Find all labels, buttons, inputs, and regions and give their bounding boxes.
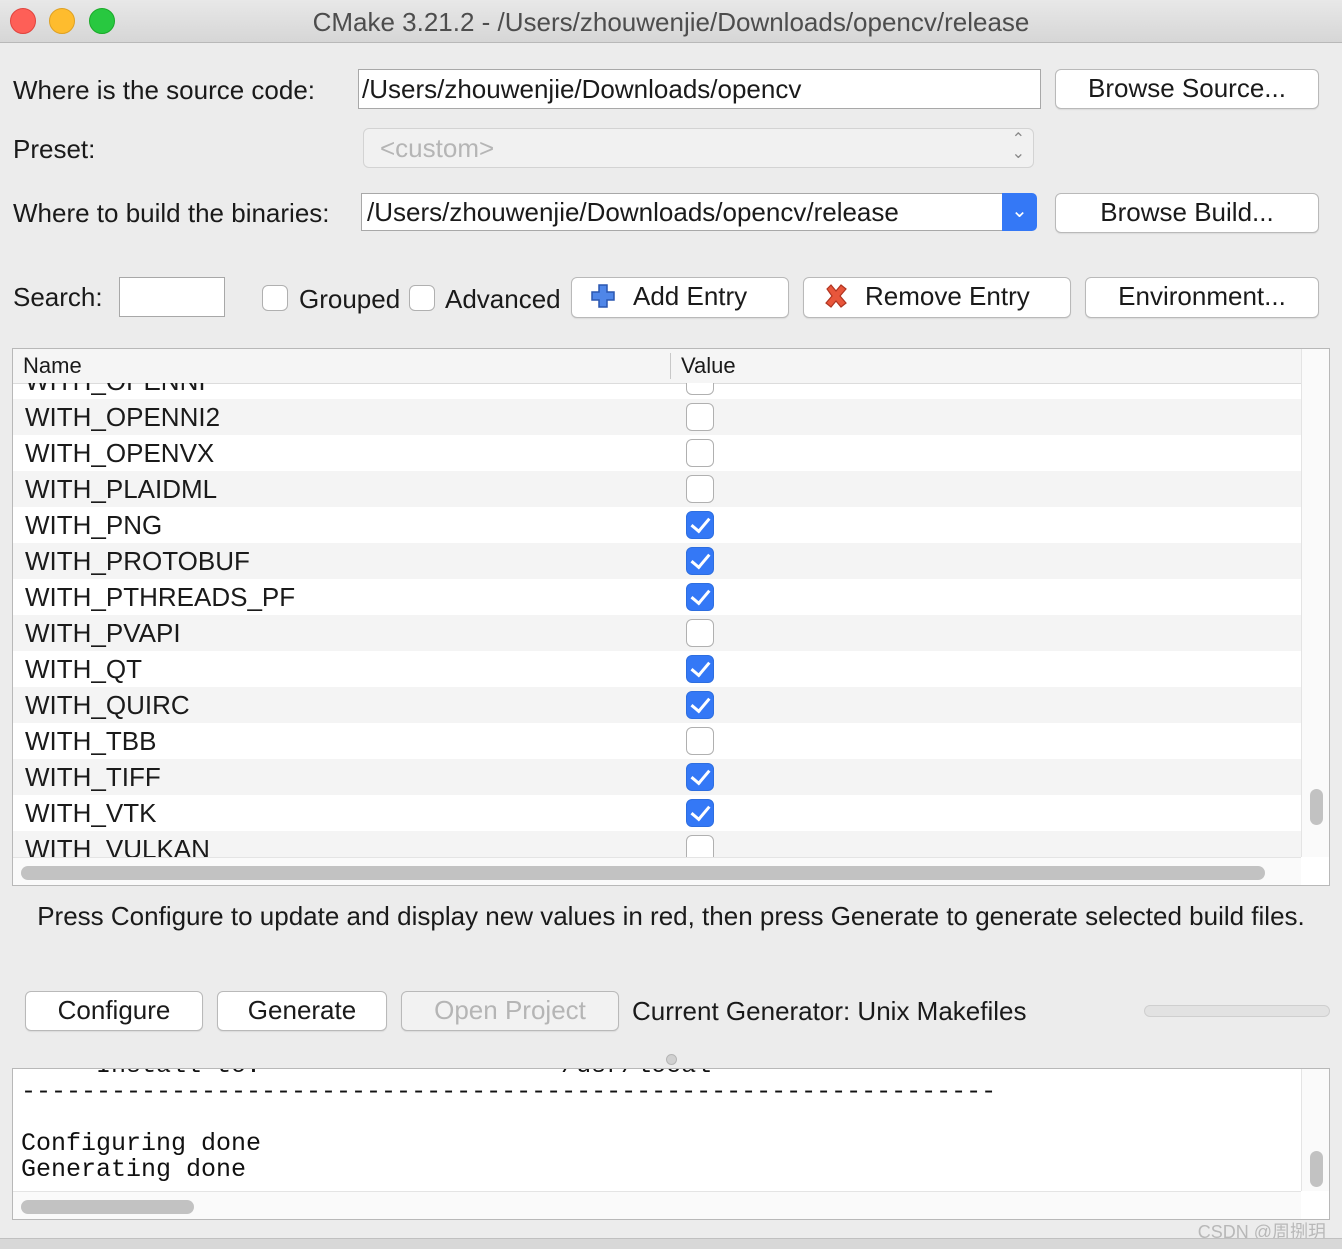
red-x-icon — [825, 284, 847, 308]
output-text: -- Install to: /usr/local---------------… — [21, 1069, 997, 1184]
plus-icon — [591, 284, 615, 308]
window-bottom-edge — [0, 1238, 1342, 1249]
table-horizontal-scroll-thumb[interactable] — [21, 866, 1265, 880]
progress-bar — [1144, 1005, 1330, 1017]
environment-button[interactable]: Environment... — [1085, 277, 1319, 318]
column-divider[interactable] — [670, 353, 671, 379]
browse-build-button[interactable]: Browse Build... — [1055, 193, 1319, 233]
output-log: -- Install to: /usr/local---------------… — [12, 1068, 1330, 1220]
configure-button[interactable]: Configure — [25, 991, 203, 1031]
source-label: Where is the source code: — [13, 75, 316, 105]
table-horizontal-scrollbar[interactable] — [13, 857, 1301, 885]
row-name: WITH_VULKAN — [25, 834, 210, 857]
advanced-label: Advanced — [445, 284, 561, 314]
row-value-checkbox[interactable] — [686, 727, 714, 755]
row-value-checkbox-checked[interactable] — [686, 655, 714, 683]
row-name: WITH_PVAPI — [25, 618, 181, 648]
table-row[interactable]: WITH_PTHREADS_PF — [13, 579, 1301, 615]
output-line: Configuring done — [21, 1129, 262, 1158]
row-value-checkbox-checked[interactable] — [686, 763, 714, 791]
row-name: WITH_OPENNI2 — [25, 402, 221, 432]
table-row[interactable]: WITH_PNG — [13, 507, 1301, 543]
row-value-checkbox[interactable] — [686, 475, 714, 503]
row-name: WITH_OPENNI — [25, 383, 206, 397]
output-horizontal-scrollbar[interactable] — [13, 1191, 1301, 1219]
table-row[interactable]: WITH_PLAIDML — [13, 471, 1301, 507]
row-value-checkbox[interactable] — [686, 383, 714, 395]
row-name: WITH_PNG — [25, 510, 163, 540]
preset-label: Preset: — [13, 134, 96, 164]
table-body: WITH_OPENNI WITH_OPENNI2 WITH_OPENVX WITH_P… — [13, 383, 1301, 857]
remove-entry-label: Remove Entry — [865, 281, 1030, 311]
generate-button[interactable]: Generate — [217, 991, 387, 1031]
status-message: Press Configure to update and display ne… — [37, 901, 1305, 931]
preset-select: <custom> ⌃ ⌄ — [363, 128, 1034, 168]
row-value-checkbox-checked[interactable] — [686, 799, 714, 827]
table-row[interactable]: WITH_OPENNI2 — [13, 399, 1301, 435]
add-entry-button[interactable]: Add Entry — [571, 277, 789, 318]
table-row[interactable]: WITH_QUIRC — [13, 687, 1301, 723]
column-header-value[interactable]: Value — [681, 353, 736, 379]
browse-source-button[interactable]: Browse Source... — [1055, 69, 1319, 109]
row-value-checkbox[interactable] — [686, 835, 714, 857]
output-line: Generating done — [21, 1155, 247, 1184]
preset-value: <custom> — [380, 133, 495, 163]
table-row[interactable]: WITH_OPENNI — [13, 383, 1301, 399]
table-header: Name Value — [13, 349, 1301, 384]
current-generator: Current Generator: Unix Makefiles — [632, 996, 1027, 1026]
build-path-combobox[interactable]: /Users/zhouwenjie/Downloads/opencv/relea… — [361, 193, 1004, 231]
row-value-checkbox-checked[interactable] — [686, 511, 714, 539]
cache-table: Name Value WITH_OPENNIWITH_OPENNI2WITH_O… — [12, 348, 1330, 886]
row-value-checkbox-checked[interactable] — [686, 583, 714, 611]
table-row[interactable]: WITH_QT — [13, 651, 1301, 687]
updown-arrows-icon: ⌃ ⌄ — [1011, 131, 1025, 162]
chevron-down-icon[interactable]: ⌄ — [1002, 193, 1037, 231]
row-value-checkbox-checked[interactable] — [686, 547, 714, 575]
row-value-checkbox-checked[interactable] — [686, 691, 714, 719]
table-vertical-scrollbar[interactable] — [1301, 349, 1329, 857]
window-title: CMake 3.21.2 - /Users/zhouwenjie/Downloa… — [312, 7, 1030, 37]
row-name: WITH_OPENVX — [25, 438, 215, 468]
table-row[interactable]: WITH_VULKAN — [13, 831, 1301, 857]
table-row[interactable]: WITH_PROTOBUF — [13, 543, 1301, 579]
row-name: WITH_QT — [25, 654, 142, 684]
remove-entry-button[interactable]: Remove Entry — [803, 277, 1071, 318]
table-vertical-scroll-thumb[interactable] — [1310, 789, 1323, 825]
row-value-checkbox[interactable] — [686, 403, 714, 431]
advanced-checkbox[interactable] — [409, 285, 435, 311]
row-name: WITH_VTK — [25, 798, 157, 828]
add-entry-label: Add Entry — [633, 281, 748, 311]
output-vertical-scroll-thumb[interactable] — [1310, 1151, 1323, 1187]
table-row[interactable]: WITH_VTK — [13, 795, 1301, 831]
search-input[interactable] — [119, 277, 225, 317]
title-bar: CMake 3.21.2 - /Users/zhouwenjie/Downloa… — [0, 0, 1342, 43]
row-name: WITH_TIFF — [25, 762, 161, 792]
source-path-field[interactable]: /Users/zhouwenjie/Downloads/opencv — [358, 69, 1041, 109]
row-name: WITH_TBB — [25, 726, 157, 756]
row-value-checkbox[interactable] — [686, 439, 714, 467]
table-row[interactable]: WITH_TIFF — [13, 759, 1301, 795]
search-label: Search: — [13, 282, 103, 312]
splitter-handle[interactable] — [666, 1054, 677, 1065]
grouped-label: Grouped — [299, 284, 401, 314]
output-line: ----------------------------------------… — [21, 1077, 997, 1106]
row-value-checkbox[interactable] — [686, 619, 714, 647]
table-row[interactable]: WITH_PVAPI — [13, 615, 1301, 651]
grouped-checkbox[interactable] — [262, 285, 288, 311]
table-row[interactable]: WITH_OPENVX — [13, 435, 1301, 471]
row-name: WITH_PTHREADS_PF — [25, 582, 296, 612]
row-name: WITH_PROTOBUF — [25, 546, 250, 576]
output-vertical-scrollbar[interactable] — [1301, 1069, 1329, 1191]
column-header-name[interactable]: Name — [23, 353, 82, 379]
open-project-button: Open Project — [401, 991, 619, 1031]
row-name: WITH_PLAIDML — [25, 474, 218, 504]
table-row[interactable]: WITH_TBB — [13, 723, 1301, 759]
row-name: WITH_QUIRC — [25, 690, 190, 720]
build-label: Where to build the binaries: — [13, 198, 330, 228]
output-horizontal-scroll-thumb[interactable] — [21, 1200, 194, 1214]
